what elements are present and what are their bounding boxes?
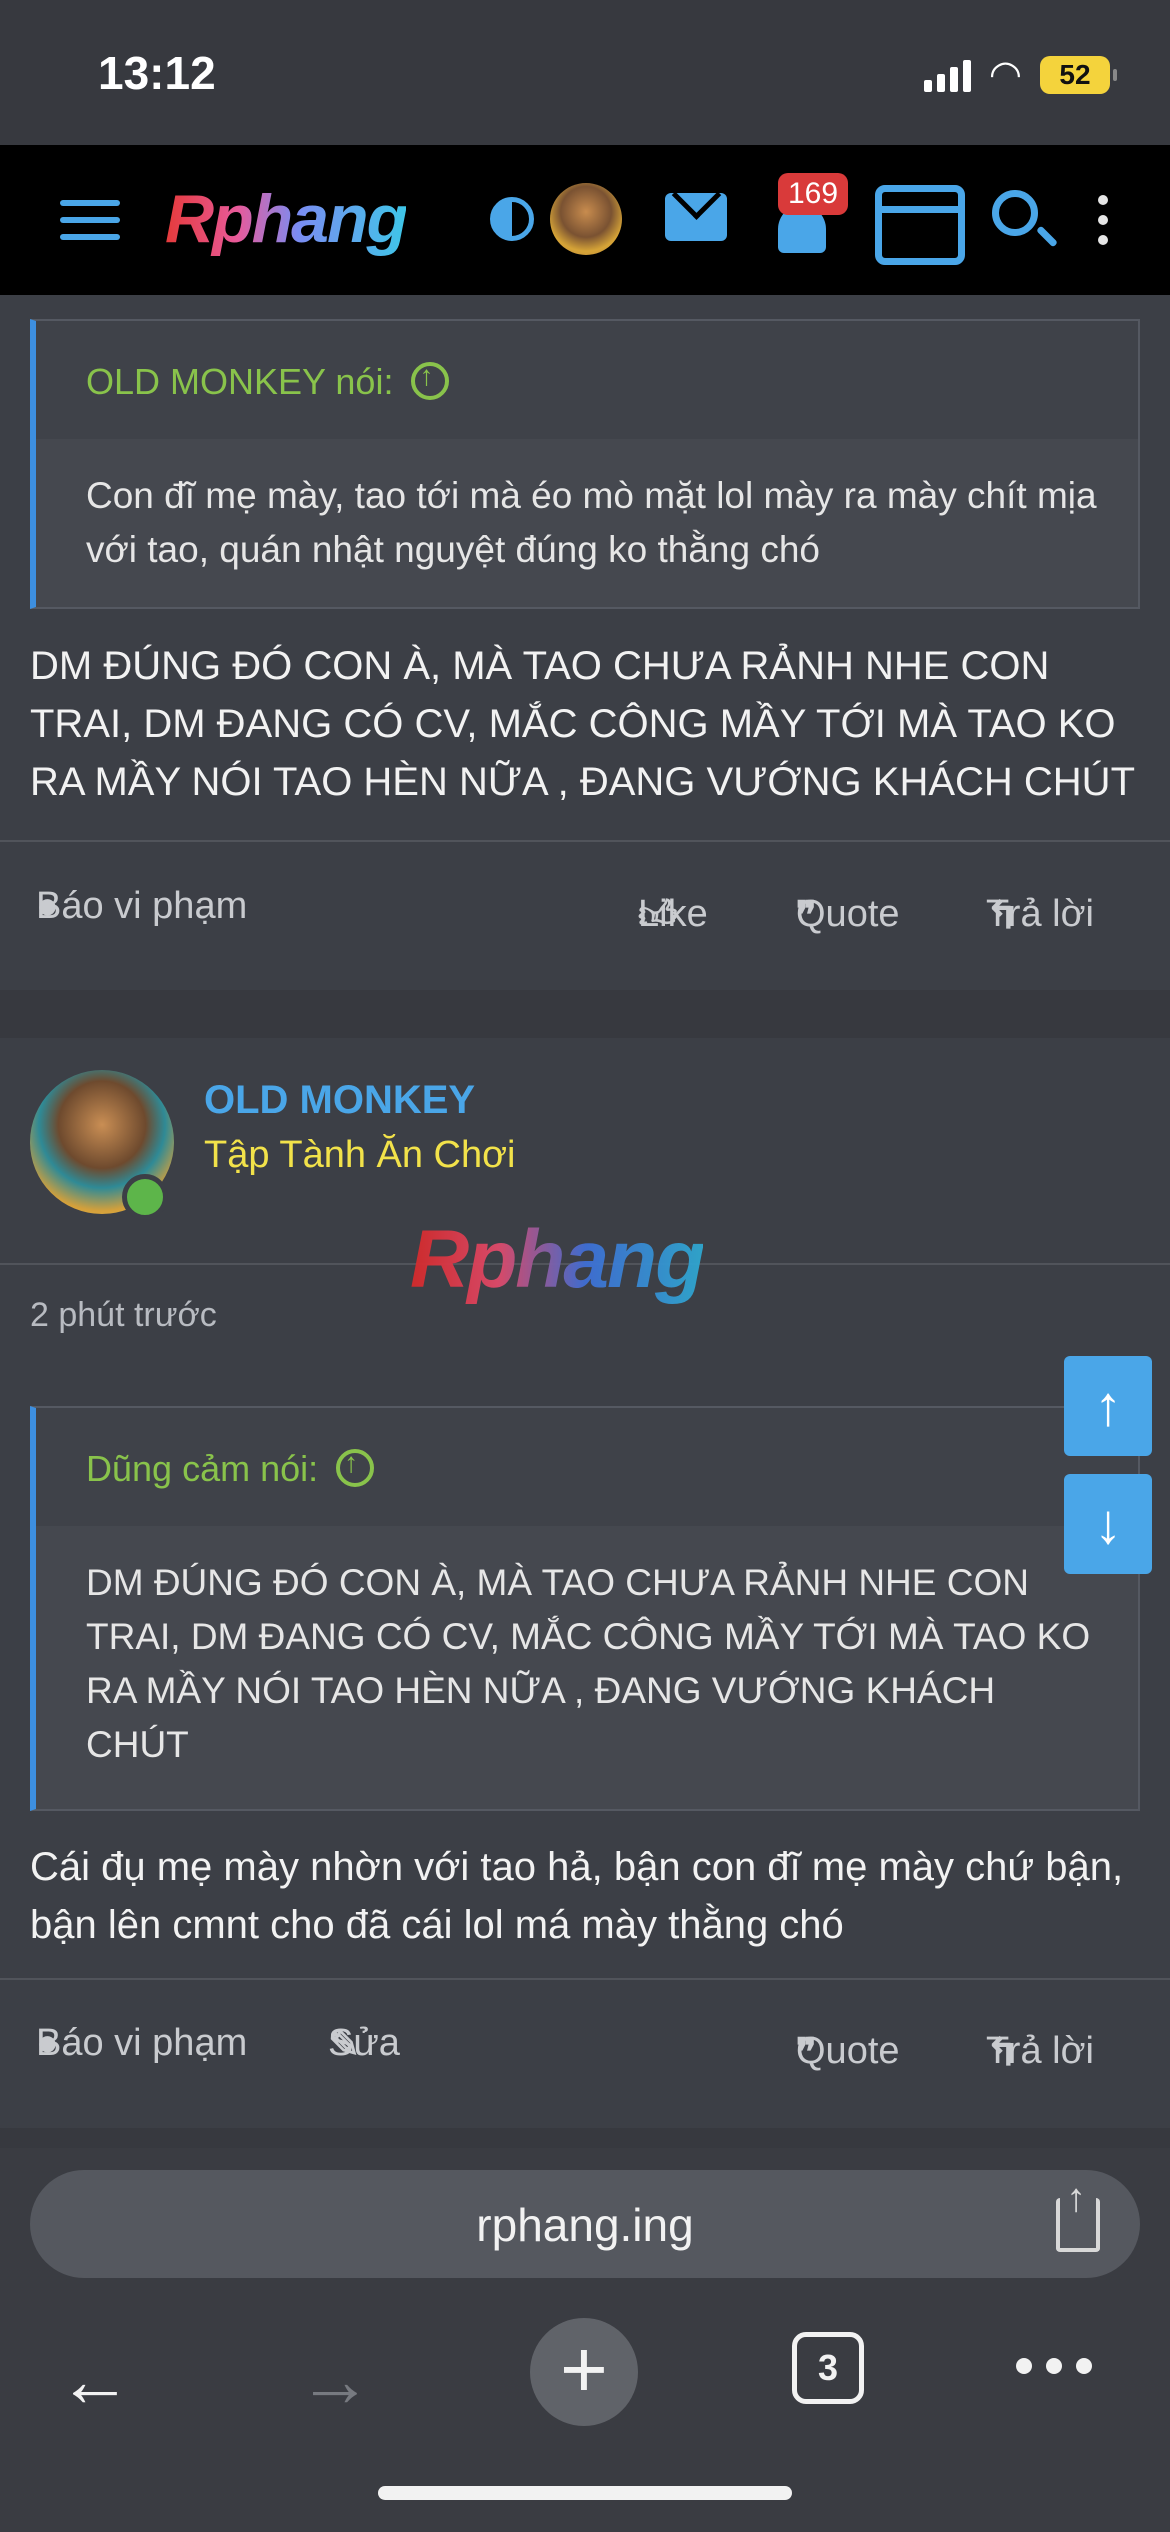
notifications-bell-icon[interactable]: 169 — [768, 173, 849, 265]
post: OLD MONKEY nói: Con đĩ mẹ mày, tao tới m… — [0, 295, 1170, 990]
share-icon[interactable] — [1056, 2176, 1100, 2252]
username[interactable]: OLD MONKEY — [204, 1078, 475, 1123]
theme-toggle-icon[interactable] — [490, 197, 534, 241]
tab-count-button[interactable]: 3 — [792, 2332, 864, 2404]
jump-to-quote-icon[interactable] — [411, 360, 450, 400]
more-options-icon[interactable] — [1098, 195, 1108, 245]
url-text: rphang.ing — [476, 2199, 694, 2251]
post-timestamp[interactable]: 2 phút trước — [30, 1296, 217, 1335]
more-menu-icon[interactable] — [1016, 2358, 1092, 2374]
site-logo[interactable]: Rphang — [165, 180, 408, 258]
status-bar: 13:12 ◠ 52 — [0, 0, 1170, 145]
new-tab-plus-icon[interactable]: + — [530, 2318, 638, 2426]
quote-author: OLD MONKEY nói: — [86, 361, 394, 402]
quote-header[interactable]: Dũng cảm nói: — [36, 1408, 1138, 1526]
online-status-icon — [122, 1174, 168, 1220]
quote-block: OLD MONKEY nói: Con đĩ mẹ mày, tao tới m… — [30, 319, 1140, 609]
notification-badge: 169 — [778, 173, 849, 215]
search-icon[interactable] — [992, 190, 1038, 236]
back-arrow-icon[interactable]: ← — [58, 2338, 132, 2423]
post-actions: ● Báo vi phạm ✎ Sửa ❞ Quote ↰ Trả lời — [36, 2022, 1094, 2074]
arrow-up-icon: ↑ — [1094, 1374, 1122, 1437]
scroll-to-top-button[interactable]: ↑ — [1064, 1356, 1152, 1456]
user-title: Tập Tành Ăn Chơi — [204, 1134, 516, 1176]
hamburger-menu-icon[interactable] — [60, 200, 120, 240]
home-indicator[interactable] — [378, 2486, 792, 2500]
post: OLD MONKEY Tập Tành Ăn Chơi Rphang 2 phú… — [0, 1038, 1170, 2128]
forum-navbar: Rphang 169 — [0, 145, 1170, 295]
post-actions: ● Báo vi phạm 👍︎ Like ❞ Quote ↰ Trả lời — [36, 885, 1094, 937]
forward-arrow-icon[interactable]: → — [298, 2338, 372, 2423]
watermark-logo: Rphang — [410, 1214, 705, 1305]
post-message: DM ĐÚNG ĐÓ CON À, MÀ TAO CHƯA RẢNH NHE C… — [30, 644, 1135, 804]
arrow-down-icon: ↓ — [1094, 1492, 1122, 1555]
quote-text: Con đĩ mẹ mày, tao tới mà éo mò mặt lol … — [86, 475, 1097, 570]
browser-toolbar: rphang.ing ← → + 3 — [0, 2148, 1170, 2532]
wifi-icon: ◠ — [988, 54, 1022, 96]
account-avatar[interactable] — [550, 183, 622, 255]
browser-nav: ← → + 3 — [0, 2318, 1170, 2438]
scroll-to-bottom-button[interactable]: ↓ — [1064, 1474, 1152, 1574]
mail-icon[interactable] — [665, 193, 727, 241]
store-icon[interactable] — [875, 185, 965, 265]
quote-text: DM ĐÚNG ĐÓ CON À, MÀ TAO CHƯA RẢNH NHE C… — [86, 1562, 1091, 1765]
status-time: 13:12 — [98, 47, 216, 99]
quote-block: Dũng cảm nói: DM ĐÚNG ĐÓ CON À, MÀ TAO C… — [30, 1406, 1140, 1811]
quote-author: Dũng cảm nói: — [86, 1448, 319, 1489]
jump-to-quote-icon[interactable] — [336, 1447, 375, 1487]
address-bar[interactable]: rphang.ing — [30, 2170, 1140, 2278]
quote-header[interactable]: OLD MONKEY nói: — [36, 321, 1138, 439]
battery-level: 52 — [1059, 58, 1091, 90]
cellular-signal-icon — [923, 58, 971, 92]
battery-icon: 52 — [1040, 55, 1117, 94]
post-message: Cái đụ mẹ mày nhờn với tao hả, bận con đ… — [30, 1845, 1124, 1947]
